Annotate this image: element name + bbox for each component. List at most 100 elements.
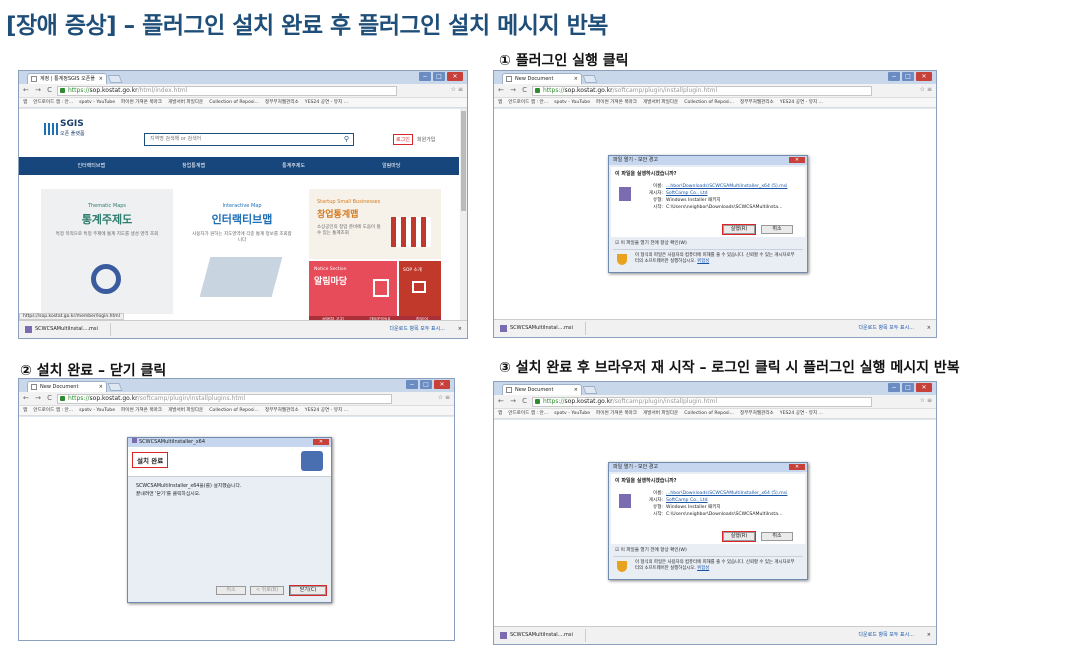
bookmark-item[interactable]: 정부부처웹관리소 bbox=[740, 100, 774, 105]
bookmark-item[interactable]: 앱 bbox=[23, 100, 27, 105]
card-sop[interactable]: SOP 소개 bbox=[399, 261, 441, 316]
bookmark-item[interactable]: YES24 공연 - 뮤지 ... bbox=[305, 100, 348, 105]
tab-close-icon[interactable]: × bbox=[99, 74, 103, 84]
bookmark-item[interactable]: YES24 공연 - 뮤지 ... bbox=[305, 408, 348, 413]
join-link[interactable]: 회원가입 bbox=[417, 136, 435, 143]
nav-item[interactable]: 창업통계맵 bbox=[182, 157, 205, 175]
download-item[interactable]: SCWCSAMultiInstal....msi bbox=[25, 323, 111, 336]
back-button[interactable]: < 뒤로(B) bbox=[250, 586, 284, 595]
risk-link[interactable]: 위험성 bbox=[697, 259, 709, 264]
bookmark-item[interactable]: Collection of Reposi... bbox=[209, 408, 259, 413]
close-window-button[interactable]: ✕ bbox=[916, 72, 932, 81]
scrollbar-thumb[interactable] bbox=[461, 111, 466, 211]
maximize-button[interactable]: □ bbox=[902, 72, 914, 81]
download-item[interactable]: SCWCSAMultiInstal....msi bbox=[500, 629, 586, 642]
show-all-downloads-link[interactable]: 다운로드 항목 모두 표시... bbox=[389, 321, 445, 338]
dialog-close-button[interactable]: ✕ bbox=[789, 157, 805, 163]
bookmark-item[interactable]: 안드로이드 앱 : 안... bbox=[508, 100, 548, 105]
bookmark-item[interactable]: 앱 bbox=[23, 408, 27, 413]
bookmark-item[interactable]: 정부부처웹관리소 bbox=[265, 100, 299, 105]
bookmark-item[interactable]: 파이썬 가져온 북마크 bbox=[121, 408, 162, 413]
bookmark-item[interactable]: 파이썬 가져온 북마크 bbox=[596, 411, 637, 416]
card-notice[interactable]: Notice Section 알림마당 bbox=[309, 261, 397, 316]
new-tab-button[interactable] bbox=[582, 386, 598, 394]
bookmark-item[interactable]: Collection of Reposi... bbox=[684, 100, 734, 105]
always-ask-checkbox[interactable]: ☑ 이 파일을 열기 전에 항상 확인(W) bbox=[609, 239, 807, 247]
url-field[interactable]: https://sop.kostat.go.kr/softcamp/plugin… bbox=[532, 397, 872, 407]
minimize-button[interactable]: − bbox=[406, 380, 418, 389]
nav-buttons[interactable]: ← → C bbox=[498, 397, 529, 405]
bookmark-item[interactable]: 정부부처웹관리소 bbox=[740, 411, 774, 416]
tab-close-icon[interactable]: × bbox=[99, 382, 103, 392]
bookmark-item[interactable]: 파이썬 가져온 북마크 bbox=[121, 100, 162, 105]
bookmark-item[interactable]: spotv - YouTube bbox=[554, 100, 590, 105]
cancel-button[interactable]: 취소 bbox=[761, 532, 793, 541]
minimize-button[interactable]: − bbox=[888, 72, 900, 81]
nav-buttons[interactable]: ← → C bbox=[23, 394, 54, 402]
maximize-button[interactable]: □ bbox=[420, 380, 432, 389]
maximize-button[interactable]: □ bbox=[433, 72, 445, 81]
bookmark-item[interactable]: 정부부처웹관리소 bbox=[265, 408, 299, 413]
card-startup-map[interactable]: Startup Small Businesses 창업통계맵 소상공인의 창업 … bbox=[309, 189, 441, 259]
search-icon[interactable]: ⚲ bbox=[344, 134, 349, 145]
new-tab-button[interactable] bbox=[107, 383, 123, 391]
close-window-button[interactable]: ✕ bbox=[447, 72, 463, 81]
bookmark-item[interactable]: spotv - YouTube bbox=[554, 411, 590, 416]
menu-icon[interactable]: ☆ ≡ bbox=[920, 397, 932, 404]
tab-close-icon[interactable]: × bbox=[574, 74, 578, 84]
show-all-downloads-link[interactable]: 다운로드 항목 모두 표시... bbox=[858, 627, 914, 644]
publisher-link[interactable]: SoftCamp Co., Ltd bbox=[666, 191, 708, 196]
dialog-close-button[interactable]: ✕ bbox=[789, 464, 805, 470]
login-link[interactable]: 로그인 bbox=[393, 134, 413, 145]
bookmark-item[interactable]: 안드로이드 앱 : 안... bbox=[33, 100, 73, 105]
tab-close-icon[interactable]: × bbox=[574, 385, 578, 395]
close-window-button[interactable]: ✕ bbox=[434, 380, 450, 389]
maximize-button[interactable]: □ bbox=[902, 383, 914, 392]
url-field[interactable]: https://sop.kostat.go.kr/html/index.html bbox=[57, 86, 397, 96]
bookmark-item[interactable]: YES24 공연 - 뮤지 ... bbox=[780, 411, 823, 416]
download-item[interactable]: SCWCSAMultiInstal....msi bbox=[500, 322, 586, 335]
show-all-downloads-link[interactable]: 다운로드 항목 모두 표시... bbox=[858, 320, 914, 337]
bookmark-item[interactable]: 앱 bbox=[498, 411, 502, 416]
bookmark-item[interactable]: Collection of Reposi... bbox=[684, 411, 734, 416]
new-tab-button[interactable] bbox=[582, 75, 598, 83]
browser-tab[interactable]: New Document × bbox=[27, 381, 107, 392]
menu-icon[interactable]: ☆ ≡ bbox=[920, 86, 932, 93]
card-thematic-maps[interactable]: Thematic Maps 통계주제도 특정 목적으로 특정 주제에 통계 지도… bbox=[41, 189, 173, 314]
bookmark-item[interactable]: 개발서버 파일다운 bbox=[643, 411, 678, 416]
menu-icon[interactable]: ☆ ≡ bbox=[438, 394, 450, 401]
bookmark-item[interactable]: 앱 bbox=[498, 100, 502, 105]
always-ask-checkbox[interactable]: ☑ 이 파일을 열기 전에 항상 확인(W) bbox=[609, 546, 807, 554]
nav-item[interactable]: 인터랙티브맵 bbox=[77, 157, 105, 175]
risk-link[interactable]: 위험성 bbox=[697, 566, 709, 571]
bookmark-item[interactable]: 개발서버 파일다운 bbox=[168, 100, 203, 105]
close-download-bar-icon[interactable]: × bbox=[927, 320, 931, 337]
nav-buttons[interactable]: ← → C bbox=[498, 86, 529, 94]
close-window-button[interactable]: ✕ bbox=[916, 383, 932, 392]
nav-item[interactable]: 알림마당 bbox=[382, 157, 400, 175]
minimize-button[interactable]: − bbox=[888, 383, 900, 392]
run-button[interactable]: 실행(R) bbox=[722, 531, 756, 542]
cancel-button[interactable]: 취소 bbox=[761, 225, 793, 234]
bookmark-item[interactable]: 개발서버 파일다운 bbox=[168, 408, 203, 413]
run-button[interactable]: 실행(R) bbox=[722, 224, 756, 235]
new-tab-button[interactable] bbox=[107, 75, 123, 83]
browser-tab[interactable]: New Document × bbox=[502, 73, 582, 84]
nav-item[interactable]: 통계주제도 bbox=[282, 157, 305, 175]
bookmark-item[interactable]: 파이썬 가져온 북마크 bbox=[596, 100, 637, 105]
dialog-close-button[interactable]: ✕ bbox=[313, 439, 329, 445]
close-button[interactable]: 닫기(C) bbox=[289, 585, 327, 596]
scrollbar[interactable] bbox=[460, 109, 467, 320]
bookmark-item[interactable]: YES24 공연 - 뮤지 ... bbox=[780, 100, 823, 105]
browser-tab[interactable]: 계정 | 통계정SGIS 오픈플 × bbox=[27, 73, 107, 84]
bookmark-item[interactable]: spotv - YouTube bbox=[79, 100, 115, 105]
card-interactive-map[interactable]: Interactive Map 인터랙티브맵 사용자가 원하는 지도영역에 각종… bbox=[177, 189, 307, 314]
url-field[interactable]: https://sop.kostat.go.kr/softcamp/plugin… bbox=[57, 394, 392, 404]
url-field[interactable]: https://sop.kostat.go.kr/softcamp/plugin… bbox=[532, 86, 872, 96]
bookmark-item[interactable]: spotv - YouTube bbox=[79, 408, 115, 413]
menu-icon[interactable]: ☆ ≡ bbox=[451, 86, 463, 93]
bookmark-item[interactable]: 안드로이드 앱 : 안... bbox=[508, 411, 548, 416]
minimize-button[interactable]: − bbox=[419, 72, 431, 81]
nav-buttons[interactable]: ← → C bbox=[23, 86, 54, 94]
search-input[interactable]: 지역명 검색해 or 검색어 ⚲ bbox=[144, 133, 354, 146]
